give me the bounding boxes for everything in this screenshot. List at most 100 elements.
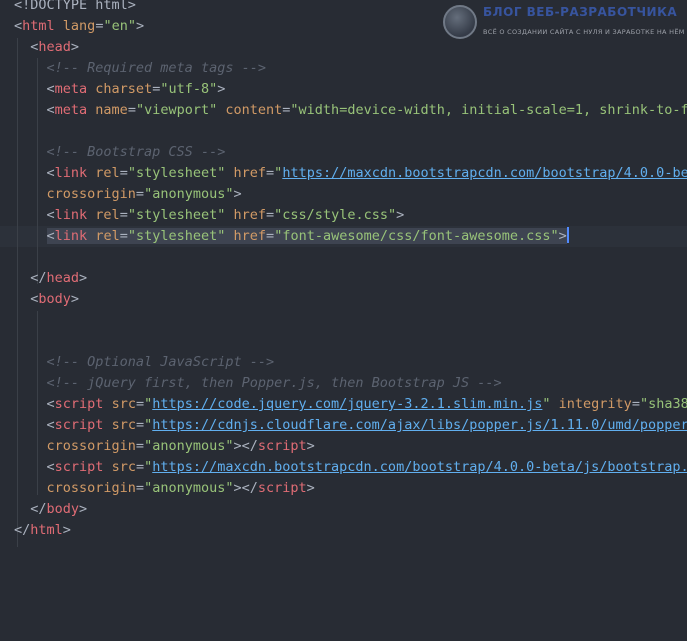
code-link[interactable]: https://code.jquery.com/jquery-3.2.1.sli… — [152, 396, 542, 412]
code-token: script — [257, 438, 307, 454]
code-link[interactable]: https://maxcdn.bootstrapcdn.com/bootstra… — [282, 165, 687, 181]
code-token: html — [30, 522, 63, 538]
code-token: </ — [14, 501, 47, 517]
code-token: src — [111, 459, 136, 475]
code-token: link — [54, 165, 88, 181]
code-link[interactable]: https://cdnjs.cloudflare.com/ajax/libs/p… — [152, 417, 687, 433]
code-line[interactable]: <!-- Optional JavaScript --> — [14, 352, 275, 373]
code-token: < — [14, 459, 55, 475]
code-line[interactable]: <link rel="stylesheet" href="font-awesom… — [14, 226, 569, 247]
code-token: > — [217, 81, 226, 97]
code-token: ></ — [233, 438, 258, 454]
code-token: > — [70, 39, 80, 55]
code-token: " — [144, 459, 153, 475]
code-token: "anonymous" — [144, 438, 234, 454]
code-token: link — [54, 228, 88, 244]
watermark-subtitle: ВСЁ О СОЗДАНИИ САЙТА С НУЛЯ И ЗАРАБОТКЕ … — [483, 28, 685, 36]
code-token: meta — [54, 81, 88, 97]
code-token: href — [233, 165, 267, 181]
code-token: "en" — [103, 18, 136, 34]
code-token: crossorigin — [46, 480, 136, 496]
code-token: integrity — [558, 396, 632, 412]
code-token: = — [135, 417, 145, 433]
code-token: > — [233, 186, 242, 202]
watermark-title: БЛОГ ВЕБ-РАЗРАБОТЧИКА — [483, 5, 678, 19]
code-line[interactable]: crossorigin="anonymous"></script> — [14, 478, 315, 499]
code-line[interactable]: <script src="https://cdnjs.cloudflare.co… — [14, 415, 687, 436]
code-line[interactable]: </html> — [14, 520, 71, 541]
code-token: "viewport" — [135, 102, 218, 118]
code-line[interactable]: <!DOCTYPE html> — [14, 0, 136, 16]
code-line[interactable]: <link rel="stylesheet" href="css/style.c… — [14, 205, 405, 226]
code-line[interactable]: crossorigin="anonymous"> — [14, 184, 242, 205]
code-token: rel — [95, 228, 120, 244]
code-line[interactable]: <body> — [14, 289, 79, 310]
code-line[interactable]: <!-- Bootstrap CSS --> — [14, 142, 226, 163]
code-token: content — [225, 102, 283, 118]
code-token: "css/style.css" — [274, 207, 397, 223]
code-token: "stylesheet" — [127, 165, 226, 181]
code-line[interactable]: <head> — [14, 37, 79, 58]
code-line[interactable]: <html lang="en"> — [14, 16, 144, 37]
code-line[interactable]: <meta name="viewport" content="width=dev… — [14, 100, 687, 121]
code-token: = — [266, 228, 275, 244]
code-token: <!-- jQuery first, then Popper.js, then … — [46, 375, 502, 391]
code-editor[interactable]: <!DOCTYPE html> <html lang="en"> <head> <… — [0, 0, 687, 641]
code-token: = — [135, 480, 145, 496]
code-token: < — [14, 396, 55, 412]
code-token: = — [631, 396, 640, 412]
code-token: body — [38, 291, 71, 307]
code-token: <!-- Required meta tags --> — [46, 60, 266, 76]
watermark: БЛОГ ВЕБ-РАЗРАБОТЧИКА ВСЁ О СОЗДАНИИ САЙ… — [443, 2, 687, 46]
code-token: < — [14, 18, 23, 34]
code-token: = — [127, 102, 136, 118]
code-token: rel — [95, 165, 120, 181]
code-token: <!-- Bootstrap CSS --> — [46, 144, 226, 160]
code-token: > — [62, 522, 71, 538]
code-token: = — [119, 207, 128, 223]
code-token: "stylesheet" — [127, 228, 226, 244]
code-token: href — [233, 228, 267, 244]
code-line[interactable]: <script src="https://maxcdn.bootstrapcdn… — [14, 457, 687, 478]
code-token: "anonymous" — [144, 186, 234, 202]
code-token: ></ — [233, 480, 258, 496]
code-token: = — [135, 186, 145, 202]
code-line[interactable]: <meta charset="utf-8"> — [14, 79, 226, 100]
code-token: rel — [95, 207, 120, 223]
code-token: body — [46, 501, 80, 517]
code-line[interactable]: </head> — [14, 268, 87, 289]
code-token: = — [119, 228, 128, 244]
code-line[interactable]: <link rel="stylesheet" href="https://max… — [14, 163, 687, 184]
code-token: src — [111, 396, 136, 412]
code-token: <!-- Optional JavaScript --> — [46, 354, 275, 370]
code-token: < — [14, 102, 55, 118]
code-token: > — [79, 501, 88, 517]
code-token: = — [135, 396, 145, 412]
code-token: <!DOCTYPE html> — [14, 0, 136, 13]
code-token: "utf-8" — [160, 81, 218, 97]
code-line[interactable]: crossorigin="anonymous"></script> — [14, 436, 315, 457]
code-token: crossorigin — [46, 186, 136, 202]
code-token: > — [70, 291, 80, 307]
code-link[interactable]: https://maxcdn.bootstrapcdn.com/bootstra… — [152, 459, 687, 475]
code-line[interactable]: <script src="https://code.jquery.com/jqu… — [14, 394, 687, 415]
code-line[interactable]: <!-- Required meta tags --> — [14, 58, 266, 79]
code-token: = — [135, 438, 145, 454]
code-line[interactable]: </body> — [14, 499, 87, 520]
code-token — [225, 228, 234, 244]
code-line[interactable]: <!-- jQuery first, then Popper.js, then … — [14, 373, 502, 394]
code-token: name — [95, 102, 128, 118]
code-token: "font-awesome/css/font-awesome.css" — [274, 228, 559, 244]
code-token: < — [14, 291, 39, 307]
code-token: link — [54, 207, 88, 223]
